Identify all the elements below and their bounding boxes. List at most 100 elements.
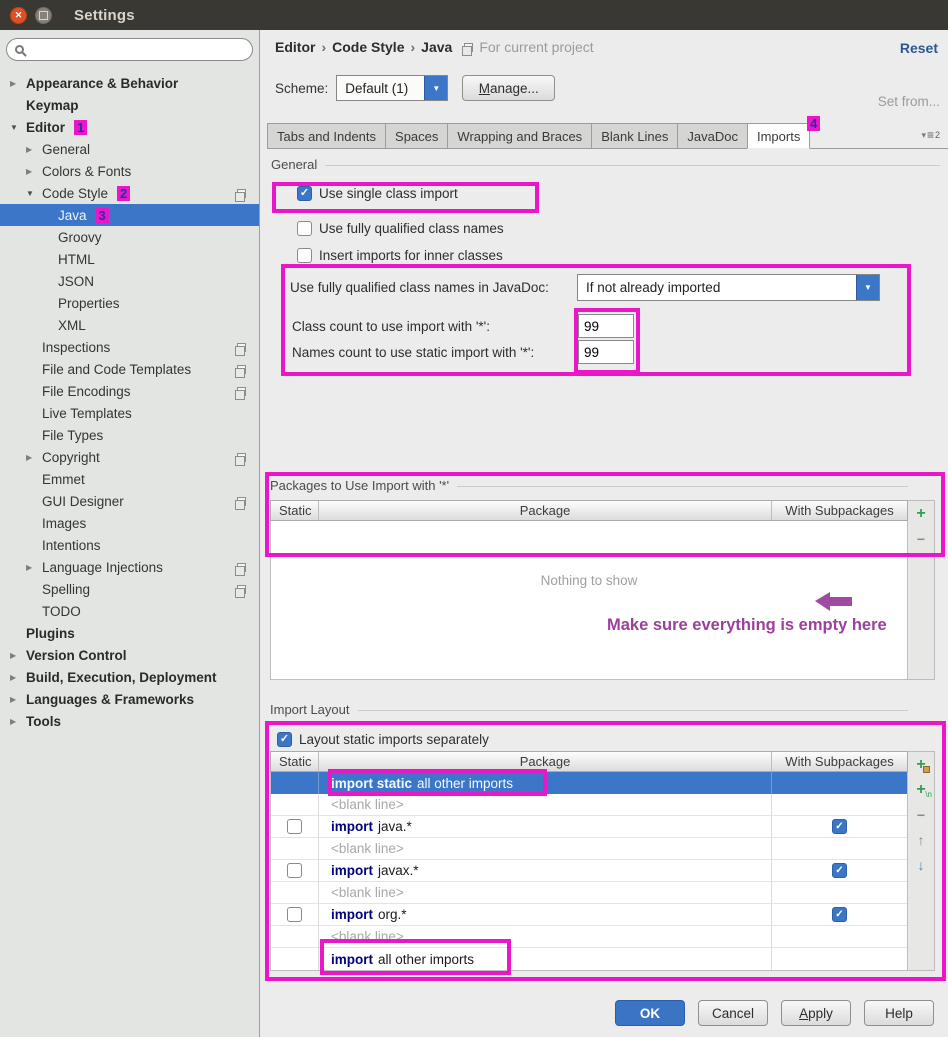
sidebar-item-groovy[interactable]: Groovy: [0, 226, 259, 248]
sidebar-item-copyright[interactable]: ▶Copyright: [0, 446, 259, 468]
class-count-input[interactable]: [578, 314, 634, 338]
table-row-blank-line[interactable]: <blank line>: [271, 838, 907, 860]
column-package[interactable]: Package: [319, 501, 771, 520]
checkbox-unchecked-icon[interactable]: [297, 248, 312, 263]
tab-blank-lines[interactable]: Blank Lines: [591, 123, 678, 148]
sidebar-item-todo[interactable]: TODO: [0, 600, 259, 622]
table-row-import-all-other[interactable]: importall other imports: [271, 948, 907, 970]
use-single-class-import-checkbox[interactable]: ✓ Use single class import: [297, 184, 458, 202]
tab-wrapping-and-braces[interactable]: Wrapping and Braces: [447, 123, 592, 148]
checkbox-checked-icon[interactable]: ✓: [832, 907, 847, 922]
chevron-right-icon[interactable]: ▶: [10, 717, 26, 726]
checkbox-unchecked-icon[interactable]: [297, 221, 312, 236]
checkbox-unchecked-icon[interactable]: [287, 907, 302, 922]
checkbox-unchecked-icon[interactable]: [287, 819, 302, 834]
chevron-right-icon[interactable]: ▶: [10, 79, 26, 88]
table-row-import-org[interactable]: importorg.* ✓: [271, 904, 907, 926]
sidebar-item-live-templates[interactable]: Live Templates: [0, 402, 259, 424]
move-up-icon[interactable]: ↑: [908, 827, 934, 852]
sidebar-item-version-control[interactable]: ▶Version Control: [0, 644, 259, 666]
tab-javadoc[interactable]: JavaDoc: [677, 123, 748, 148]
help-button[interactable]: Help: [864, 1000, 934, 1026]
chevron-right-icon[interactable]: ▶: [26, 563, 42, 572]
layout-static-imports-checkbox[interactable]: ✓ Layout static imports separately: [277, 730, 489, 748]
sidebar-item-tools[interactable]: ▶Tools: [0, 710, 259, 732]
chevron-down-icon[interactable]: ▼: [10, 123, 26, 132]
table-row-import-javax[interactable]: importjavax.* ✓: [271, 860, 907, 882]
sidebar-item-code-style[interactable]: ▼Code Style2: [0, 182, 259, 204]
sidebar-item-properties[interactable]: Properties: [0, 292, 259, 314]
breadcrumb-editor[interactable]: Editor: [275, 39, 315, 55]
chevron-right-icon[interactable]: ▶: [26, 167, 42, 176]
checkbox-checked-icon[interactable]: ✓: [277, 732, 292, 747]
checkbox-checked-icon[interactable]: ✓: [297, 186, 312, 201]
search-box[interactable]: [6, 38, 253, 61]
sidebar-item-file-encodings[interactable]: File Encodings: [0, 380, 259, 402]
chevron-right-icon[interactable]: ▶: [26, 145, 42, 154]
table-row-blank-line[interactable]: <blank line>: [271, 926, 907, 948]
reset-link[interactable]: Reset: [900, 40, 938, 56]
sidebar-item-spelling[interactable]: Spelling: [0, 578, 259, 600]
add-package-icon[interactable]: +: [908, 752, 934, 777]
add-icon[interactable]: +: [908, 501, 934, 526]
column-static[interactable]: Static: [271, 501, 319, 520]
chevron-down-icon[interactable]: ▼: [856, 275, 879, 300]
sidebar-item-inspections[interactable]: Inspections: [0, 336, 259, 358]
sidebar-item-html[interactable]: HTML: [0, 248, 259, 270]
sidebar-item-editor[interactable]: ▼Editor1: [0, 116, 259, 138]
column-package[interactable]: Package: [319, 752, 771, 771]
table-row-import-static-all-other[interactable]: import staticall other imports: [271, 772, 907, 794]
sidebar-item-xml[interactable]: XML: [0, 314, 259, 336]
sidebar-item-emmet[interactable]: Emmet: [0, 468, 259, 490]
ok-button[interactable]: OK: [615, 1000, 685, 1026]
tab-imports[interactable]: Imports4: [747, 123, 810, 149]
manage-button[interactable]: Manage...: [462, 75, 555, 101]
add-blank-line-icon[interactable]: +\n: [908, 777, 934, 802]
cancel-button[interactable]: Cancel: [698, 1000, 768, 1026]
sidebar-item-java[interactable]: Java3: [0, 204, 259, 226]
search-input[interactable]: [30, 41, 252, 59]
checkbox-checked-icon[interactable]: ✓: [832, 863, 847, 878]
javadoc-fqn-select[interactable]: If not already imported ▼: [577, 274, 880, 301]
remove-icon[interactable]: −: [908, 802, 934, 827]
sidebar-item-intentions[interactable]: Intentions: [0, 534, 259, 556]
chevron-down-icon[interactable]: ▼: [424, 76, 447, 100]
tab-tabs-and-indents[interactable]: Tabs and Indents: [267, 123, 386, 148]
chevron-down-icon[interactable]: ▼: [26, 189, 42, 198]
breadcrumb-java[interactable]: Java: [421, 39, 452, 55]
sidebar-item-images[interactable]: Images: [0, 512, 259, 534]
set-from-link[interactable]: Set from...: [878, 94, 940, 109]
tab-spaces[interactable]: Spaces: [385, 123, 448, 148]
chevron-right-icon[interactable]: ▶: [10, 695, 26, 704]
insert-imports-inner-classes-checkbox[interactable]: Insert imports for inner classes: [297, 246, 503, 264]
column-with-subpackages[interactable]: With Subpackages: [771, 501, 907, 520]
breadcrumb-code-style[interactable]: Code Style: [332, 39, 404, 55]
column-static[interactable]: Static: [271, 752, 319, 771]
sidebar-item-plugins[interactable]: Plugins: [0, 622, 259, 644]
close-icon[interactable]: ✕: [10, 7, 27, 24]
sidebar-item-file-types[interactable]: File Types: [0, 424, 259, 446]
chevron-right-icon[interactable]: ▶: [26, 453, 42, 462]
sidebar-item-general[interactable]: ▶General: [0, 138, 259, 160]
column-with-subpackages[interactable]: With Subpackages: [771, 752, 907, 771]
sidebar-item-languages-frameworks[interactable]: ▶Languages & Frameworks: [0, 688, 259, 710]
packages-table-body[interactable]: [270, 521, 908, 680]
names-count-input[interactable]: [578, 340, 634, 364]
sidebar-item-file-code-templates[interactable]: File and Code Templates: [0, 358, 259, 380]
maximize-icon[interactable]: [35, 7, 52, 24]
sidebar-item-appearance-behavior[interactable]: ▶Appearance & Behavior: [0, 72, 259, 94]
chevron-right-icon[interactable]: ▶: [10, 651, 26, 660]
checkbox-checked-icon[interactable]: ✓: [832, 819, 847, 834]
table-row-import-java[interactable]: importjava.* ✓: [271, 816, 907, 838]
sidebar-item-json[interactable]: JSON: [0, 270, 259, 292]
hidden-tabs-icon[interactable]: ▾ ≡ 2: [921, 128, 940, 142]
sidebar-item-language-injections[interactable]: ▶Language Injections: [0, 556, 259, 578]
sidebar-item-build-execution-deployment[interactable]: ▶Build, Execution, Deployment: [0, 666, 259, 688]
table-row-blank-line[interactable]: <blank line>: [271, 882, 907, 904]
move-down-icon[interactable]: ↓: [908, 852, 934, 877]
apply-button[interactable]: Apply: [781, 1000, 851, 1026]
chevron-right-icon[interactable]: ▶: [10, 673, 26, 682]
table-row-blank-line[interactable]: <blank line>: [271, 794, 907, 816]
sidebar-item-colors-fonts[interactable]: ▶Colors & Fonts: [0, 160, 259, 182]
sidebar-item-gui-designer[interactable]: GUI Designer: [0, 490, 259, 512]
